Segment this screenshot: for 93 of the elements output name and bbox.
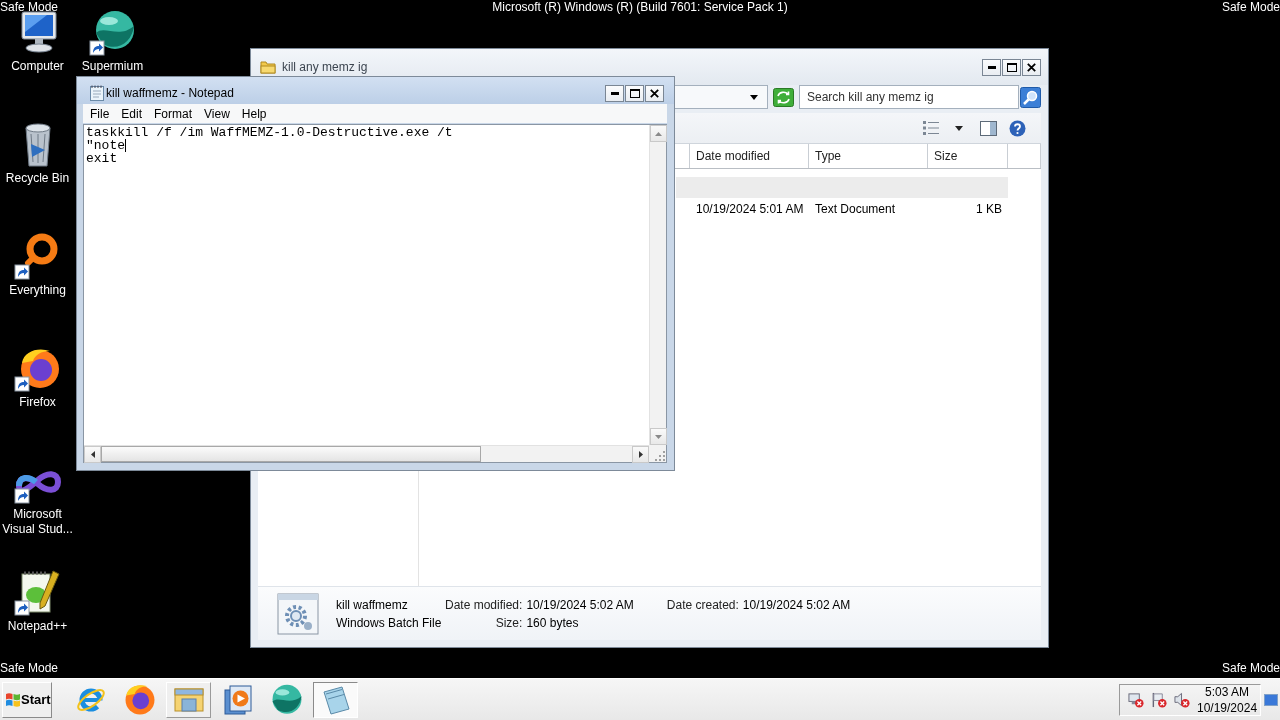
menu-item[interactable]: Edit xyxy=(115,106,149,121)
table-cell-text: 1 KB xyxy=(975,200,1003,218)
menu-item[interactable]: File xyxy=(84,106,116,121)
up-arrow-icon xyxy=(655,131,662,136)
icon-label[interactable]: Firefox xyxy=(0,395,76,410)
icon-label[interactable]: Recycle Bin xyxy=(0,171,76,186)
flag-icon xyxy=(6,692,20,707)
icon-label[interactable]: Everything xyxy=(0,283,76,298)
text-line: "note xyxy=(86,139,125,152)
search-button[interactable] xyxy=(1019,85,1041,109)
menu-item[interactable]: View xyxy=(198,106,236,121)
dropdown-caret-icon xyxy=(955,125,963,131)
column-header[interactable]: Size xyxy=(928,144,1008,168)
preview-pane-icon xyxy=(980,120,997,136)
safe-mode-label: Safe Mode xyxy=(1221,661,1280,676)
view-options-button[interactable] xyxy=(923,121,939,135)
table-cell-text: Text Document xyxy=(814,200,897,218)
taskbar-button[interactable] xyxy=(313,681,358,718)
list-view-icon xyxy=(923,121,939,135)
sphere-icon xyxy=(270,683,303,716)
close-icon xyxy=(1027,62,1036,72)
maximize-icon xyxy=(629,88,640,98)
text-editor[interactable]: taskkill /f /im WaffMEMZ-1.0-Destructive.exe /t "note exit xyxy=(83,124,667,463)
field-label: Date created: xyxy=(666,597,739,612)
left-arrow-icon xyxy=(90,451,95,458)
maximize-button[interactable] xyxy=(1002,58,1021,76)
file-name: kill waffmemz xyxy=(336,597,409,612)
menu-item[interactable]: Help xyxy=(235,106,273,121)
maximize-icon xyxy=(1006,62,1017,72)
safe-mode-label: Safe Mode xyxy=(0,0,59,15)
scrollbar-thumb[interactable] xyxy=(101,446,481,462)
field-value: 10/19/2024 5:02 AM xyxy=(526,597,634,612)
gear-file-icon xyxy=(277,592,319,635)
table-cell-text: 10/19/2024 5:01 AM xyxy=(695,200,805,218)
horizontal-scrollbar[interactable] xyxy=(84,445,649,462)
column-header[interactable]: Date modified xyxy=(690,144,809,168)
field-label: Size: xyxy=(494,615,523,630)
refresh-button[interactable] xyxy=(772,85,794,109)
text-line: taskkill /f /im WaffMEMZ-1.0-Destructive.exe /t xyxy=(86,126,453,139)
network-error-icon[interactable] xyxy=(1128,691,1144,708)
down-arrow-icon xyxy=(655,434,662,439)
minimize-button[interactable] xyxy=(982,58,1001,76)
icon-label[interactable]: Computer xyxy=(0,59,76,74)
safe-mode-label: Safe Mode xyxy=(0,661,59,676)
icon-label[interactable]: Notepad++ xyxy=(0,619,76,634)
column-header[interactable]: Type xyxy=(809,144,928,168)
notepad-pencil-icon[interactable] xyxy=(13,568,62,616)
resize-grip-icon[interactable] xyxy=(654,450,666,462)
close-button[interactable] xyxy=(1022,58,1041,76)
close-button[interactable] xyxy=(645,84,664,102)
vertical-scrollbar[interactable] xyxy=(649,125,666,445)
start-button[interactable]: Start xyxy=(2,681,52,718)
view-menu-button[interactable] xyxy=(955,125,963,131)
speaker-error-icon[interactable] xyxy=(1174,691,1190,708)
menu-item[interactable]: Format xyxy=(148,106,199,121)
sphere-icon[interactable] xyxy=(88,8,137,56)
maximize-button[interactable] xyxy=(625,84,644,102)
preview-pane-button[interactable] xyxy=(980,120,997,136)
help-button[interactable] xyxy=(1009,119,1026,137)
minimize-icon xyxy=(610,91,619,95)
minimize-icon xyxy=(987,65,996,69)
field-label: Date modified: xyxy=(445,597,523,612)
help-icon xyxy=(1009,119,1026,137)
fox-globe-icon xyxy=(123,683,156,716)
clock-date[interactable]: 10/19/2024 xyxy=(1197,699,1258,716)
field-value: 160 bytes xyxy=(526,615,580,630)
scroll-up-button[interactable] xyxy=(650,125,667,142)
refresh-arrows-icon xyxy=(772,87,794,107)
close-icon xyxy=(650,88,659,98)
text-line: exit xyxy=(86,152,118,165)
safe-mode-label: Safe Mode xyxy=(1221,0,1280,15)
icon-label[interactable]: Microsoft Visual Stud... xyxy=(0,507,76,537)
file-type: Windows Batch File xyxy=(336,615,443,630)
system-build-label: Microsoft (R) Windows (R) (Build 7601: Service Pack 1) xyxy=(492,0,788,15)
dropdown-caret-icon[interactable] xyxy=(750,94,758,100)
clock-time[interactable]: 5:03 AM xyxy=(1205,683,1250,700)
address-field[interactable] xyxy=(672,85,768,109)
scroll-left-button[interactable] xyxy=(84,446,101,463)
search-field[interactable]: Search kill any memz ig xyxy=(799,85,1019,109)
flag-error-icon[interactable] xyxy=(1151,691,1167,708)
scroll-right-button[interactable] xyxy=(632,446,649,463)
icon-label[interactable]: Supermium xyxy=(74,59,151,74)
notepad-icon xyxy=(90,85,104,101)
window-title: kill waffmemz - Notepad xyxy=(106,86,235,100)
search-icon xyxy=(1019,86,1041,108)
right-arrow-icon xyxy=(638,451,643,458)
play-icon xyxy=(221,683,254,716)
minimize-button[interactable] xyxy=(605,84,624,102)
show-desktop-button[interactable] xyxy=(1264,693,1278,706)
window-title: kill any memz ig xyxy=(282,60,369,74)
file-row[interactable]: 10/19/2024 5:01 AM Text Document 1 KB xyxy=(676,198,1008,219)
field-value: 10/19/2024 5:02 AM xyxy=(742,597,851,612)
folder-icon xyxy=(260,59,276,75)
